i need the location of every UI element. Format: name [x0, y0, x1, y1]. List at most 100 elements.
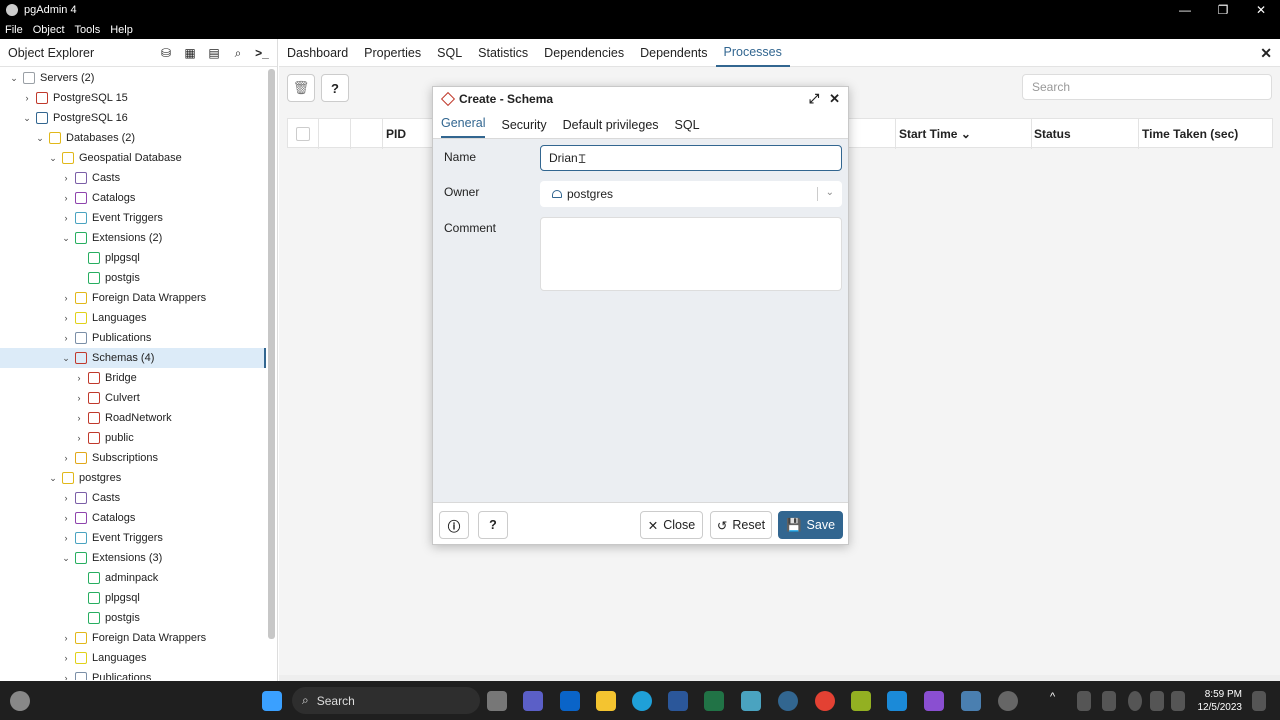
chevron-right-icon[interactable]: ›	[60, 173, 72, 183]
psql-tool-icon[interactable]: >_	[253, 45, 271, 61]
column-time-taken[interactable]: Time Taken (sec)	[1142, 127, 1238, 141]
close-button[interactable]: ✕ Close	[640, 511, 703, 539]
chevron-down-icon[interactable]: ⌄	[47, 153, 59, 164]
select-all-checkbox[interactable]	[296, 127, 310, 141]
chevron-right-icon[interactable]: ›	[60, 653, 72, 663]
menu-object[interactable]: Object	[33, 24, 65, 36]
search-app-icon[interactable]	[741, 691, 761, 711]
column-start-time[interactable]: Start Time ⌄	[899, 127, 971, 141]
chevron-down-icon[interactable]: ⌄	[34, 133, 46, 144]
view-data-icon[interactable]: ▦	[181, 45, 199, 61]
tab-statistics[interactable]: Statistics	[478, 40, 528, 66]
minimize-icon[interactable]: —	[1166, 0, 1204, 20]
tab-sql[interactable]: SQL	[437, 40, 462, 66]
chrome-icon[interactable]	[815, 691, 835, 711]
dialog-help-button[interactable]: ?	[478, 511, 508, 539]
tab-dependencies[interactable]: Dependencies	[544, 40, 624, 66]
close-window-icon[interactable]: ✕	[1242, 0, 1280, 20]
tree-item[interactable]: › Publications	[0, 668, 266, 680]
delete-button[interactable]: 🗑	[287, 74, 315, 102]
tree-item[interactable]: ⌄ Geospatial Database	[0, 148, 266, 168]
chevron-right-icon[interactable]: ›	[60, 673, 72, 680]
tree-item[interactable]: plpgsql	[0, 588, 266, 608]
edge-icon[interactable]	[632, 691, 652, 711]
chevron-right-icon[interactable]: ›	[73, 393, 85, 403]
tree-item[interactable]: › Event Triggers	[0, 208, 266, 228]
tree-item[interactable]: › Publications	[0, 328, 266, 348]
tree-item[interactable]: ⌄ Servers (2)	[0, 68, 266, 88]
tree-item[interactable]: › Bridge	[0, 368, 266, 388]
chevron-right-icon[interactable]: ›	[73, 373, 85, 383]
chevron-down-icon[interactable]: ⌄	[47, 473, 59, 484]
visual-studio-icon[interactable]	[924, 691, 944, 711]
tab-processes[interactable]: Processes	[715, 39, 790, 67]
word-icon[interactable]	[668, 691, 688, 711]
search-objects-icon[interactable]: ⌕	[229, 45, 247, 61]
tree-item[interactable]: › Foreign Data Wrappers	[0, 288, 266, 308]
chevron-down-icon[interactable]: ⌄	[60, 353, 72, 364]
tab-dependents[interactable]: Dependents	[640, 40, 707, 66]
tree-item[interactable]: › Languages	[0, 648, 266, 668]
weather-icon[interactable]	[10, 691, 30, 711]
name-input[interactable]: Drian Ɪ	[540, 145, 842, 171]
pgadmin-taskbar-icon[interactable]	[778, 691, 798, 711]
tree-item[interactable]: › Casts	[0, 488, 266, 508]
tree-item[interactable]: › public	[0, 428, 266, 448]
maximize-icon[interactable]: ❐	[1204, 0, 1242, 20]
tree-item[interactable]: ⌄ PostgreSQL 16	[0, 108, 266, 128]
tab-dashboard[interactable]: Dashboard	[287, 40, 348, 66]
comment-textarea[interactable]	[540, 217, 842, 291]
tree-item[interactable]: plpgsql	[0, 248, 266, 268]
tab-properties[interactable]: Properties	[364, 40, 421, 66]
tree-item[interactable]: › Languages	[0, 308, 266, 328]
close-tab-icon[interactable]: ✕	[1260, 45, 1272, 62]
tree-item[interactable]: › Culvert	[0, 388, 266, 408]
windows-start-icon[interactable]	[262, 691, 282, 711]
battery-icon[interactable]	[1171, 691, 1185, 711]
chevron-right-icon[interactable]: ›	[60, 513, 72, 523]
tree-item[interactable]: › RoadNetwork	[0, 408, 266, 428]
column-status[interactable]: Status	[1034, 127, 1071, 141]
menu-tools[interactable]: Tools	[75, 24, 101, 36]
clock[interactable]: 8:59 PM 12/5/2023	[1198, 688, 1243, 714]
chevron-right-icon[interactable]: ›	[60, 333, 72, 343]
menu-help[interactable]: Help	[110, 24, 133, 36]
chevron-right-icon[interactable]: ›	[60, 213, 72, 223]
postgres-icon[interactable]	[961, 691, 981, 711]
tree-item[interactable]: ⌄ Extensions (2)	[0, 228, 266, 248]
chevron-right-icon[interactable]: ›	[60, 313, 72, 323]
chevron-right-icon[interactable]: ›	[73, 433, 85, 443]
chevron-right-icon[interactable]: ›	[60, 453, 72, 463]
menu-file[interactable]: File	[5, 24, 23, 36]
teams-icon[interactable]	[523, 691, 543, 711]
column-pid[interactable]: PID	[386, 127, 406, 141]
volume-icon[interactable]	[1150, 691, 1164, 711]
tree-item[interactable]: postgis	[0, 608, 266, 628]
chevron-right-icon[interactable]: ›	[60, 633, 72, 643]
taskbar-search[interactable]: ⌕ Search	[292, 687, 480, 714]
chevron-down-icon[interactable]: ⌄	[60, 553, 72, 564]
chevron-down-icon[interactable]: ⌄	[60, 233, 72, 244]
query-tool-icon[interactable]: ⛁	[157, 45, 175, 61]
chevron-down-icon[interactable]: ⌄	[8, 73, 20, 84]
tree-item[interactable]: › Casts	[0, 168, 266, 188]
chevron-right-icon[interactable]: ›	[60, 293, 72, 303]
file-explorer-icon[interactable]	[596, 691, 616, 711]
tab-sql[interactable]: SQL	[675, 118, 700, 138]
tab-security[interactable]: Security	[501, 118, 546, 138]
tree-item[interactable]: ⌄ postgres	[0, 468, 266, 488]
tree-scrollbar[interactable]	[268, 69, 275, 639]
app-icon[interactable]	[998, 691, 1018, 711]
notification-bell-icon[interactable]	[1252, 691, 1266, 711]
tree-item[interactable]: › Catalogs	[0, 188, 266, 208]
qgis-icon[interactable]	[851, 691, 871, 711]
tree-item[interactable]: postgis	[0, 268, 266, 288]
help-button[interactable]: ?	[321, 74, 349, 102]
chevron-right-icon[interactable]: ›	[60, 193, 72, 203]
keyboard-icon[interactable]	[1102, 691, 1116, 711]
info-button[interactable]: ⓘ	[439, 511, 469, 539]
chevron-right-icon[interactable]: ›	[73, 413, 85, 423]
chevron-down-icon[interactable]: ⌄	[21, 113, 33, 124]
tree-item[interactable]: › PostgreSQL 15	[0, 88, 266, 108]
reset-button[interactable]: ↺ Reset	[710, 511, 772, 539]
